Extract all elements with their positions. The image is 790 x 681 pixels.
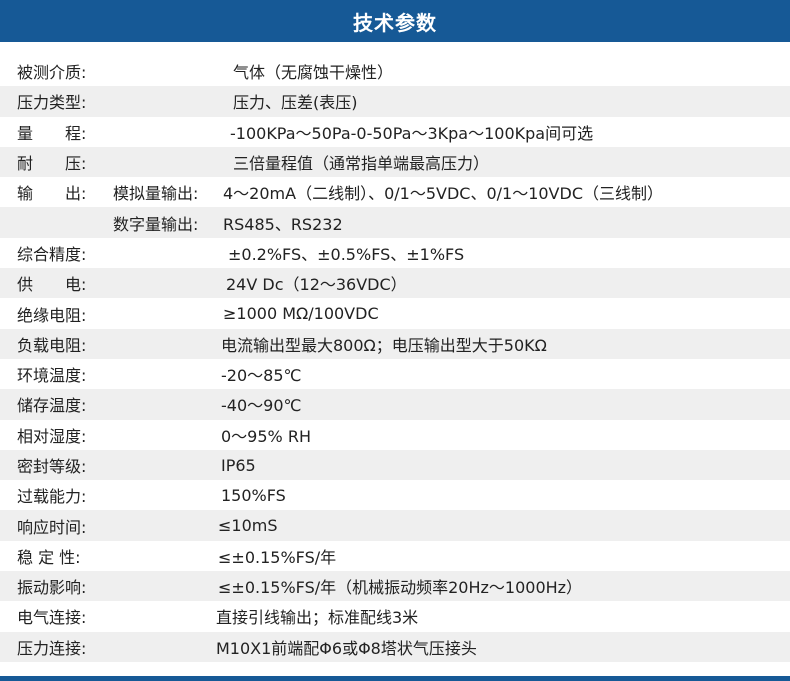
spec-row-insulation: 绝缘电阻: ≥1000 MΩ/100VDC	[0, 298, 790, 328]
spec-label: 综合精度:	[17, 244, 87, 264]
spec-row-output-analog: 输 出: 模拟量输出: 4～20mA（二线制）、0/1～5VDC、0/1～10V…	[0, 177, 790, 207]
spec-value: 0～95% RH	[221, 426, 311, 446]
spec-value: 电流输出型最大800Ω；电压输出型大于50KΩ	[221, 335, 547, 355]
spec-label: 压力类型:	[17, 93, 87, 113]
spec-value: ≤±0.15%FS/年	[218, 547, 337, 567]
spec-value: -40～90℃	[221, 396, 302, 416]
spec-value: ≥1000 MΩ/100VDC	[223, 304, 379, 324]
spec-value: 150%FS	[221, 485, 286, 505]
spec-value: 压力、压差(表压)	[233, 93, 358, 113]
spec-row-power: 供 电: 24V Dc（12～36VDC）	[0, 268, 790, 299]
spec-row-output-digital: 数字量输出: RS485、RS232	[0, 207, 790, 238]
spec-sublabel: 模拟量输出:	[113, 184, 199, 204]
spec-value: 气体（无腐蚀干燥性）	[233, 63, 394, 83]
spec-row-range: 量 程: -100KPa～50Pa-0-50Pa～3Kpa～100Kpa间可选	[0, 117, 790, 147]
spec-label: 储存温度:	[17, 396, 87, 416]
spec-label: 绝缘电阻:	[17, 305, 87, 325]
spec-row-vibration: 振动影响: ≤±0.15%FS/年（机械振动频率20Hz～1000Hz）	[0, 571, 790, 602]
spec-value: RS485、RS232	[223, 214, 343, 234]
spec-label: 电气连接:	[17, 608, 87, 628]
spec-row-electrical: 电气连接: 直接引线输出；标准配线3米	[0, 601, 790, 631]
spec-label: 环境温度:	[17, 366, 87, 386]
spec-value: 三倍量程值（通常指单端最高压力）	[233, 154, 490, 174]
spec-row-accuracy: 综合精度: ±0.2%FS、±0.5%FS、±1%FS	[0, 238, 790, 268]
spec-sublabel: 数字量输出:	[113, 214, 199, 234]
spec-row-response: 响应时间: ≤10mS	[0, 510, 790, 541]
spec-value: IP65	[221, 455, 256, 475]
spec-value: -20～85℃	[221, 366, 302, 386]
spec-label: 输 出:	[17, 184, 87, 204]
spec-row-humidity: 相对湿度: 0～95% RH	[0, 420, 790, 450]
spec-label: 密封等级:	[17, 457, 87, 476]
spec-row-pressure-connection: 压力连接: M10X1前端配Φ6或Φ8塔状气压接头	[0, 631, 790, 662]
spec-row-pressure-type: 压力类型: 压力、压差(表压)	[0, 86, 790, 117]
spec-label: 相对湿度:	[17, 426, 87, 446]
spec-row-withstand: 耐 压: 三倍量程值（通常指单端最高压力）	[0, 146, 790, 178]
spec-value: 24V Dc（12～36VDC）	[226, 275, 407, 295]
spec-label: 压力连接:	[17, 638, 87, 658]
spec-label: 响应时间:	[17, 517, 87, 537]
spec-label: 负载电阻:	[17, 335, 87, 355]
spec-value: ≤±0.15%FS/年（机械振动频率20Hz～1000Hz）	[218, 578, 583, 598]
spec-label: 稳 定 性:	[17, 547, 81, 567]
spec-value: M10X1前端配Φ6或Φ8塔状气压接头	[216, 638, 477, 658]
spec-row-ambient-temp: 环境温度: -20～85℃	[0, 359, 790, 389]
spec-row-medium: 被测介质: 气体（无腐蚀干燥性）	[0, 56, 790, 86]
spec-row-storage-temp: 储存温度: -40～90℃	[0, 389, 790, 420]
spec-label: 被测介质:	[17, 63, 87, 83]
spec-value: 直接引线输出；标准配线3米	[216, 608, 419, 628]
spec-value: 4～20mA（二线制）、0/1～5VDC、0/1～10VDC（三线制）	[223, 184, 663, 204]
spec-label: 振动影响:	[17, 578, 87, 598]
spec-label: 过载能力:	[17, 487, 87, 507]
spec-value: -100KPa～50Pa-0-50Pa～3Kpa～100Kpa间可选	[230, 123, 594, 143]
spec-label: 量 程:	[17, 123, 87, 143]
spec-row-overload: 过载能力: 150%FS	[0, 480, 790, 510]
spec-row-load: 负载电阻: 电流输出型最大800Ω；电压输出型大于50KΩ	[0, 328, 790, 359]
spec-label: 供 电:	[17, 275, 87, 295]
spec-value: ±0.2%FS、±0.5%FS、±1%FS	[228, 244, 465, 264]
spec-value: ≤10mS	[218, 516, 278, 536]
page-title: 技术参数	[0, 0, 790, 42]
spec-row-sealing: 密封等级: IP65	[0, 449, 790, 481]
spec-label: 耐 压:	[17, 154, 87, 174]
bottom-divider	[0, 676, 790, 681]
spec-row-stability: 稳 定 性: ≤±0.15%FS/年	[0, 541, 790, 571]
spec-table: 被测介质: 气体（无腐蚀干燥性） 压力类型: 压力、压差(表压) 量 程: -1…	[0, 56, 790, 662]
